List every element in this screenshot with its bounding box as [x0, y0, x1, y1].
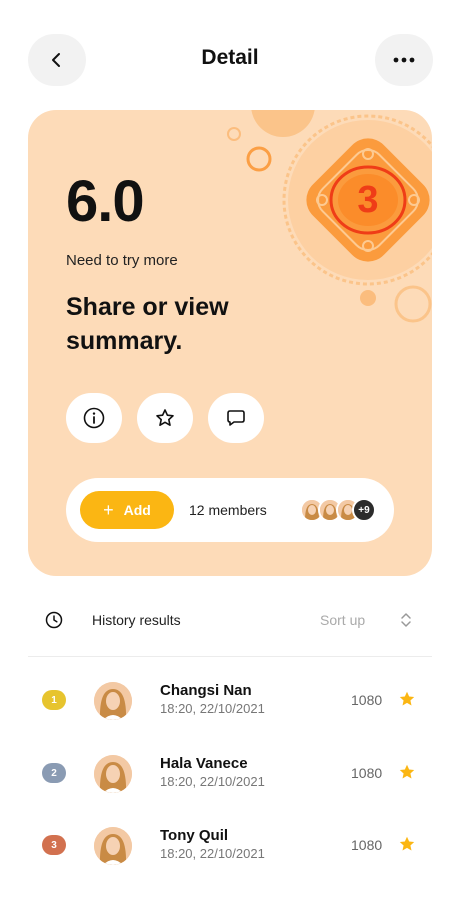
score-value: 6.0 [66, 169, 145, 234]
rank-badge: 2 [42, 763, 66, 783]
summary-card: 3 6.0 Need to try more Share or view sum… [28, 110, 432, 576]
history-row[interactable]: 3 Tony Quil 18:20, 22/10/2021 1080 [0, 815, 460, 875]
add-member-button[interactable]: + Add [80, 491, 174, 529]
star-icon [399, 691, 415, 706]
members-bar: + Add 12 members +9 [66, 478, 394, 542]
more-button[interactable] [375, 34, 433, 86]
history-label: History results [92, 612, 181, 628]
plus-icon: + [103, 499, 114, 520]
star-icon [399, 764, 415, 779]
star-outline-icon [156, 409, 174, 426]
comment-icon [227, 410, 245, 426]
info-button[interactable] [66, 393, 122, 443]
row-score: 1080 [351, 765, 383, 781]
score-subtitle: Need to try more [66, 252, 178, 269]
more-horizontal-icon [393, 57, 415, 63]
history-row[interactable]: 2 Hala Vanece 18:20, 22/10/2021 1080 [0, 743, 460, 803]
card-headline: Share or view summary. [66, 293, 229, 355]
row-name: Hala Vanece [160, 755, 248, 772]
row-timestamp: 18:20, 22/10/2021 [160, 846, 265, 861]
history-row[interactable]: 1 Changsi Nan 18:20, 22/10/2021 1080 [0, 670, 460, 730]
divider [28, 656, 432, 657]
row-score: 1080 [351, 837, 383, 853]
member-avatars[interactable]: +9 [300, 498, 380, 522]
sort-chevron-icon[interactable] [398, 610, 414, 630]
avatar [94, 755, 132, 793]
row-name: Tony Quil [160, 827, 229, 844]
row-timestamp: 18:20, 22/10/2021 [160, 774, 265, 789]
clock-icon [45, 611, 63, 629]
row-name: Changsi Nan [160, 682, 252, 699]
row-timestamp: 18:20, 22/10/2021 [160, 701, 265, 716]
sort-button[interactable]: Sort up [320, 612, 365, 628]
badge-number: 3 [357, 179, 379, 221]
members-count: 12 members [189, 502, 267, 518]
avatar [94, 827, 132, 865]
info-icon [83, 407, 105, 429]
add-button-label: Add [123, 502, 151, 518]
row-score: 1080 [351, 692, 383, 708]
avatar [94, 682, 132, 720]
history-header: History results Sort up [0, 596, 460, 646]
top-bar: Detail [0, 0, 460, 120]
star-icon [399, 836, 415, 851]
favorite-button[interactable] [137, 393, 193, 443]
rank-badge: 3 [42, 835, 66, 855]
rank-badge: 1 [42, 690, 66, 710]
comment-button[interactable] [208, 393, 264, 443]
extra-members-count: +9 [352, 498, 376, 522]
